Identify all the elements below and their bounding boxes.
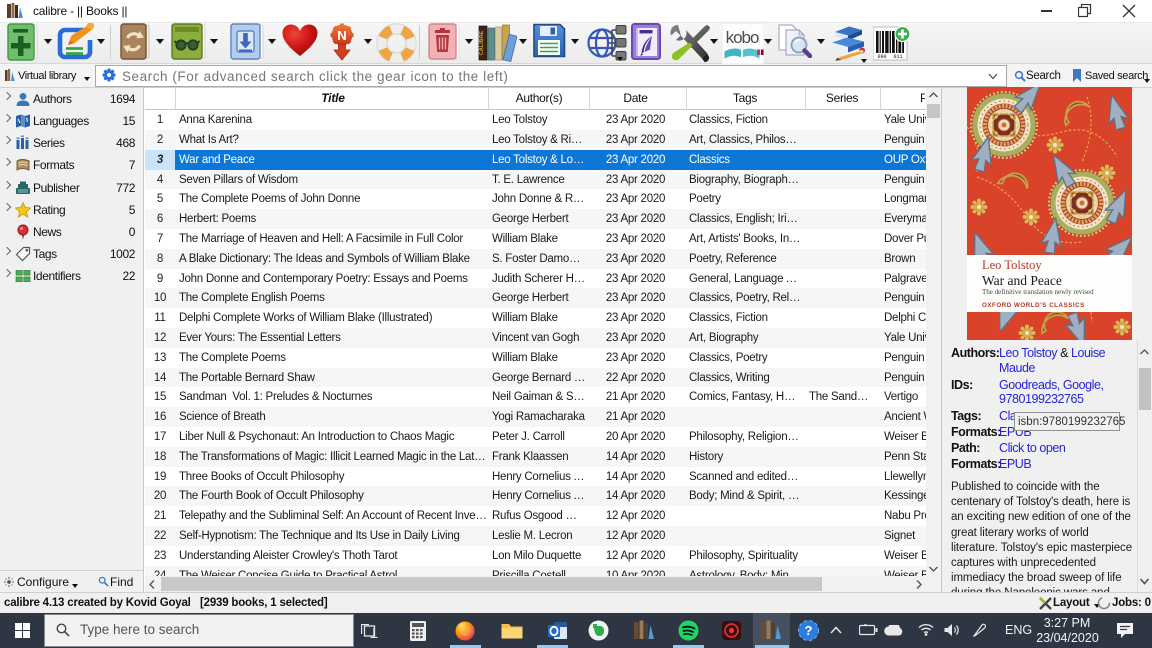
- svg-text:OXFORD WORLD'S CLASSICS: OXFORD WORLD'S CLASSICS: [982, 302, 1085, 309]
- svg-text:?: ?: [805, 623, 813, 638]
- svg-text:The definitive translation new: The definitive translation newly revised: [982, 288, 1094, 296]
- svg-text:011: 011: [893, 54, 902, 60]
- svg-text:kobo: kobo: [726, 28, 759, 47]
- svg-text:N: N: [337, 28, 346, 43]
- svg-text:090: 090: [877, 54, 886, 60]
- svg-text:War and Peace: War and Peace: [982, 273, 1062, 288]
- svg-text:Leo Tolstoy: Leo Tolstoy: [982, 258, 1042, 272]
- svg-text:CALIBRE: CALIBRE: [479, 30, 485, 55]
